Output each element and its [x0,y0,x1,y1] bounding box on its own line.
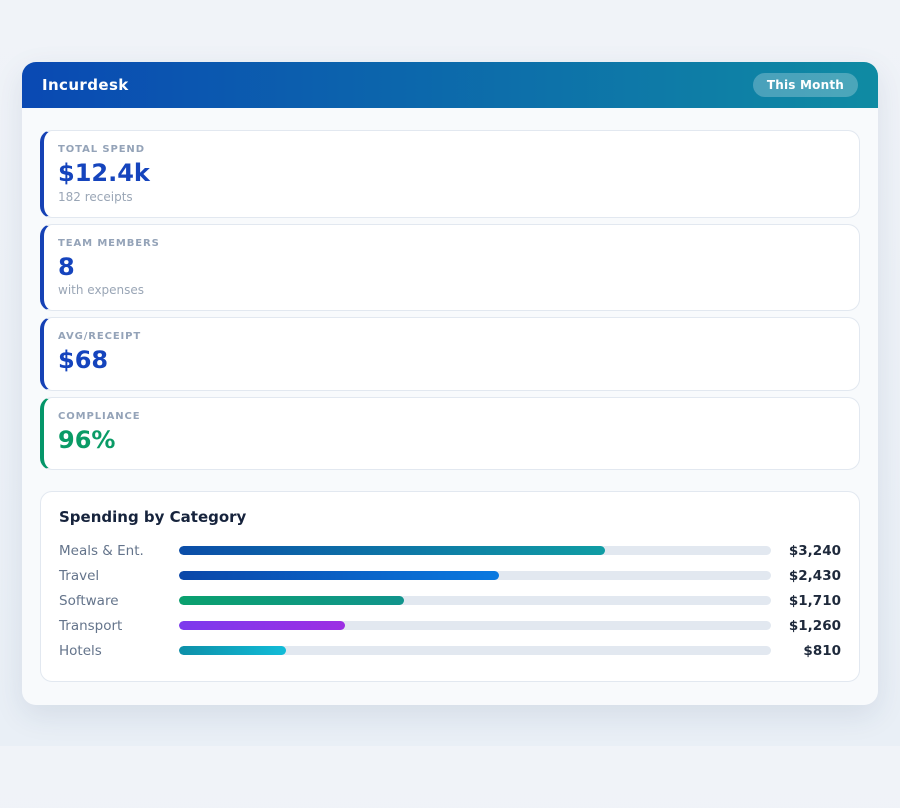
chart-row-hotels: Hotels $810 [59,638,841,663]
category-label: Hotels [59,643,179,659]
category-label: Software [59,593,179,609]
spending-by-category-chart: Spending by Category Meals & Ent. $3,240… [40,491,860,682]
stat-label: TOTAL SPEND [58,144,843,155]
chart-row-travel: Travel $2,430 [59,563,841,588]
bar-fill-software [179,596,404,605]
category-value: $3,240 [771,543,841,559]
stat-card-team-members: TEAM MEMBERS 8 with expenses [40,224,860,312]
stat-value: 96% [58,427,843,455]
bar-fill-meals [179,546,605,555]
stat-card-avg-receipt: AVG/RECEIPT $68 [40,317,860,391]
incurdesk-app-window: Incurdesk This Month TOTAL SPEND $12.4k … [22,62,878,705]
stat-value: $68 [58,347,843,375]
stat-subtitle: with expenses [58,283,843,297]
bar-fill-transport [179,621,345,630]
stat-label: AVG/RECEIPT [58,331,843,342]
stat-label: TEAM MEMBERS [58,238,843,249]
stat-card-total-spend: TOTAL SPEND $12.4k 182 receipts [40,130,860,218]
bar-fill-travel [179,571,499,580]
bar-fill-hotels [179,646,286,655]
bar-track [179,621,771,630]
period-badge-button[interactable]: This Month [753,73,858,97]
app-title: Incurdesk [42,76,129,94]
chart-row-meals: Meals & Ent. $3,240 [59,538,841,563]
bar-track [179,596,771,605]
stat-card-compliance: COMPLIANCE 96% [40,397,860,471]
bar-track [179,546,771,555]
stats-column: TOTAL SPEND $12.4k 182 receipts TEAM MEM… [40,130,860,470]
app-body: TOTAL SPEND $12.4k 182 receipts TEAM MEM… [22,108,878,705]
category-value: $810 [771,643,841,659]
bar-track [179,571,771,580]
chart-row-transport: Transport $1,260 [59,613,841,638]
category-label: Travel [59,568,179,584]
stat-value: $12.4k [58,160,843,188]
stat-value: 8 [58,254,843,282]
category-value: $1,260 [771,618,841,634]
app-header: Incurdesk This Month [22,62,878,108]
category-label: Transport [59,618,179,634]
chart-row-software: Software $1,710 [59,588,841,613]
stat-subtitle: 182 receipts [58,190,843,204]
bar-track [179,646,771,655]
category-value: $2,430 [771,568,841,584]
category-value: $1,710 [771,593,841,609]
stat-label: COMPLIANCE [58,411,843,422]
chart-title: Spending by Category [59,508,841,526]
category-label: Meals & Ent. [59,543,179,559]
